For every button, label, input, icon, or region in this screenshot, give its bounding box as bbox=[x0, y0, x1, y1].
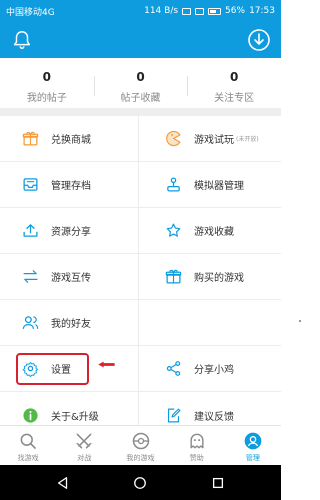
joystick-icon bbox=[167, 177, 180, 192]
menu-share-xiaoji[interactable]: 分享小鸡 bbox=[138, 346, 281, 391]
recents-icon[interactable] bbox=[211, 476, 225, 490]
stats-bar: 0 我的帖子 0 帖子收藏 0 关注专区 bbox=[0, 58, 281, 116]
status-bar: 中国移动4G 114 B/s 56% 17:53 bbox=[0, 0, 281, 22]
pacman-icon bbox=[166, 130, 181, 147]
menu-note: (未开放) bbox=[236, 136, 259, 143]
menu-resource-share[interactable]: 资源分享 bbox=[0, 208, 138, 253]
menu-grid: 兑换商城 游戏试玩 (未开放) 管理存档 模拟器管理 资源分享 游戏收藏 游戏互… bbox=[0, 116, 301, 438]
menu-label: 我的好友 bbox=[51, 319, 91, 330]
gamepad-icon bbox=[132, 432, 149, 450]
menu-purchased-games[interactable]: 购买的游戏 bbox=[138, 254, 281, 299]
menu-game-favorites[interactable]: 游戏收藏 bbox=[138, 208, 281, 253]
home-icon[interactable] bbox=[133, 476, 147, 490]
edit-note-icon bbox=[167, 408, 181, 422]
menu-label: 管理存档 bbox=[51, 181, 91, 192]
stat-value: 0 bbox=[230, 70, 239, 84]
bottom-tab-bar: 找游戏 对战 我的游戏 赞助 管理 bbox=[0, 425, 281, 465]
stat-value: 0 bbox=[42, 70, 52, 84]
menu-label: 游戏试玩 bbox=[194, 135, 234, 146]
menu-label: 资源分享 bbox=[51, 227, 91, 238]
tab-find-games[interactable]: 找游戏 bbox=[0, 426, 56, 465]
menu-game-trial[interactable]: 游戏试玩 (未开放) bbox=[138, 116, 281, 161]
signal-icon bbox=[195, 7, 205, 15]
menu-label: 游戏收藏 bbox=[194, 227, 234, 238]
menu-row: 我的好友 bbox=[0, 300, 301, 346]
star-icon bbox=[166, 223, 181, 237]
gift-icon bbox=[22, 131, 39, 146]
stat-value: 0 bbox=[136, 70, 145, 84]
status-right: 114 B/s 56% 17:53 bbox=[144, 6, 275, 16]
app-header bbox=[0, 22, 281, 58]
menu-label: 关于&升级 bbox=[51, 411, 99, 423]
tab-my-games[interactable]: 我的游戏 bbox=[112, 426, 168, 465]
tab-label: 我的游戏 bbox=[126, 454, 155, 462]
menu-emulator-manage[interactable]: 模拟器管理 bbox=[138, 162, 281, 207]
stat-post-favorites[interactable]: 0 帖子收藏 bbox=[93, 58, 188, 108]
wifi-icon bbox=[182, 7, 192, 15]
network-speed: 114 B/s bbox=[144, 6, 179, 16]
tab-label: 赞助 bbox=[189, 454, 204, 462]
menu-exchange-mall[interactable]: 兑换商城 bbox=[0, 116, 138, 161]
gift-box-icon bbox=[165, 269, 182, 284]
tab-battle[interactable]: 对战 bbox=[56, 426, 112, 465]
menu-row: 兑换商城 游戏试玩 (未开放) bbox=[0, 116, 281, 162]
download-circle-icon[interactable] bbox=[247, 28, 271, 52]
menu-game-transfer[interactable]: 游戏互传 bbox=[0, 254, 138, 299]
tab-label: 对战 bbox=[77, 454, 92, 462]
clock: 17:53 bbox=[249, 6, 275, 16]
menu-row: 管理存档 模拟器管理 bbox=[0, 162, 281, 208]
battery-percent: 56% bbox=[225, 6, 246, 16]
menu-row: 游戏互传 购买的游戏 bbox=[0, 254, 281, 300]
friends-icon bbox=[22, 316, 39, 329]
transfer-arrows-icon bbox=[23, 270, 38, 283]
search-icon bbox=[20, 433, 37, 449]
tab-sponsor[interactable]: 赞助 bbox=[169, 426, 225, 465]
manage-icon bbox=[244, 432, 262, 450]
inbox-icon bbox=[23, 178, 38, 191]
stat-label: 帖子收藏 bbox=[120, 93, 161, 104]
stat-label: 关注专区 bbox=[214, 93, 255, 104]
menu-manage-saves[interactable]: 管理存档 bbox=[0, 162, 138, 207]
divider-dot bbox=[299, 320, 301, 322]
menu-my-friends[interactable]: 我的好友 bbox=[0, 300, 138, 345]
tab-label: 找游戏 bbox=[17, 454, 39, 462]
back-icon[interactable] bbox=[56, 476, 70, 490]
info-icon bbox=[23, 407, 38, 423]
menu-label: 模拟器管理 bbox=[194, 181, 244, 192]
carrier-text: 中国移动4G bbox=[6, 7, 55, 18]
upload-icon bbox=[23, 224, 38, 237]
menu-empty-cell bbox=[138, 300, 301, 345]
stat-my-posts[interactable]: 0 我的帖子 bbox=[0, 58, 94, 108]
tab-label: 管理 bbox=[245, 454, 260, 462]
ghost-icon bbox=[190, 433, 204, 449]
menu-label: 分享小鸡 bbox=[194, 365, 234, 376]
battery-icon bbox=[208, 7, 222, 15]
system-nav-bar bbox=[0, 465, 281, 500]
stat-label: 我的帖子 bbox=[26, 93, 67, 104]
menu-row: 资源分享 游戏收藏 bbox=[0, 208, 281, 254]
red-arrow-icon bbox=[98, 361, 115, 368]
stat-followed-zones[interactable]: 0 关注专区 bbox=[187, 58, 281, 108]
share-icon bbox=[166, 361, 181, 376]
menu-label: 兑换商城 bbox=[51, 135, 91, 146]
menu-settings[interactable]: 设置 bbox=[0, 346, 138, 391]
bell-icon[interactable] bbox=[11, 29, 33, 51]
menu-label: 购买的游戏 bbox=[194, 273, 244, 284]
menu-row: 设置 分享小鸡 bbox=[0, 346, 281, 392]
settings-highlight-box bbox=[16, 353, 89, 385]
menu-label: 建议反馈 bbox=[194, 411, 234, 423]
tab-manage[interactable]: 管理 bbox=[225, 426, 281, 465]
menu-label: 游戏互传 bbox=[51, 273, 91, 284]
crossed-swords-icon bbox=[76, 433, 92, 449]
